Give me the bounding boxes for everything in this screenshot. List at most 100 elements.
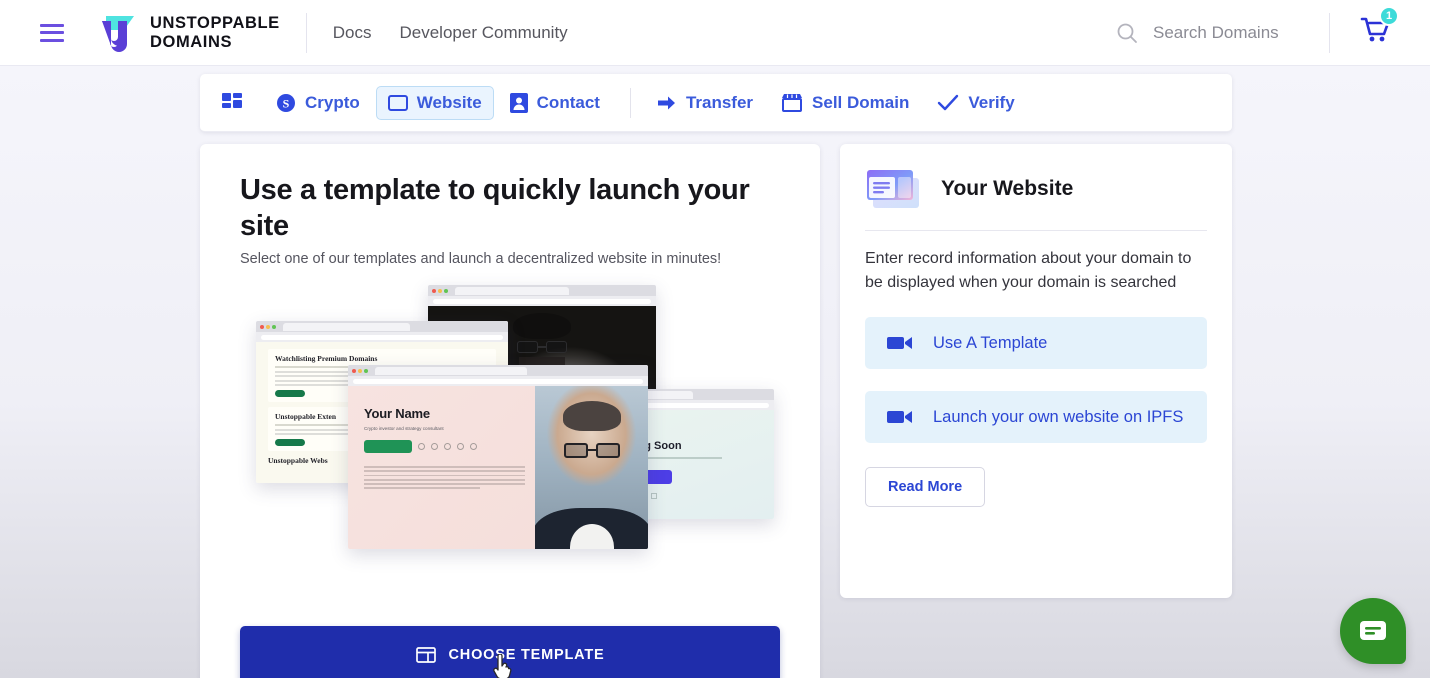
choose-template-label: CHOOSE TEMPLATE [448,647,605,663]
nav-link-developer-community[interactable]: Developer Community [400,23,568,43]
window-url-pill [353,378,643,384]
tab-separator [629,87,631,118]
arrow-right-icon [657,96,675,109]
window-tab [375,366,527,375]
hamburger-line [40,23,64,27]
profile-role: Crypto investor and strategy consultant [364,426,444,431]
page-body: S Crypto Website Contact Transfer Sell D… [0,66,1430,678]
window-tab [283,322,410,331]
grid-dashboard-icon[interactable] [216,86,250,120]
window-urlbar [348,376,648,386]
link-label: Use A Template [933,334,1048,352]
tab-contact[interactable]: Contact [498,86,612,120]
chat-bubble-icon [1360,621,1386,640]
blog-post-title: Watchlisting Premium Domains [275,354,378,363]
window-url-pill [261,334,503,340]
social-icon [418,443,425,450]
preview-window-profile: Your Name Crypto investor and strategy c… [348,365,648,549]
window-dot-minimize [266,324,270,329]
profile-template-body: Your Name Crypto investor and strategy c… [348,386,648,549]
window-dot-close [352,368,356,373]
tab-sell-domain[interactable]: Sell Domain [769,86,921,120]
tab-crypto[interactable]: S Crypto [264,86,372,120]
social-icon [651,493,657,499]
template-preview-collage: Watchlisting Premium Domains Unstoppable… [238,283,778,583]
search-icon [1117,23,1137,43]
window-titlebar [256,321,508,332]
read-more-button[interactable]: Read More [865,467,986,507]
bio-line [364,483,525,485]
header-divider [305,12,307,53]
link-launch-ipfs[interactable]: Launch your own website on IPFS [865,391,1207,443]
hamburger-line [40,31,64,34]
panel-title: Your Website [941,177,1074,200]
panel-header: Your Website [865,166,1207,212]
svg-text:S: S [283,96,290,110]
window-icon [387,94,408,111]
tab-transfer[interactable]: Transfer [645,86,765,120]
cart-badge: 1 [1379,6,1399,26]
window-dot-maximize [444,288,448,293]
window-dot-maximize [364,368,368,373]
profile-glasses [563,443,620,459]
choose-template-button[interactable]: CHOOSE TEMPLATE [240,626,780,678]
page-subtitle: Select one of our templates and launch a… [240,251,722,267]
brand-name-line1: UNSTOPPABLE [150,13,280,32]
window-dot-minimize [358,368,362,373]
social-icon [431,443,438,450]
video-camera-icon [887,337,912,349]
profile-hair [562,400,621,431]
social-icon [470,443,477,450]
crypto-coin-icon: S [277,93,295,112]
search-input[interactable] [1153,22,1303,43]
profile-get-in-touch-button [364,440,412,453]
header-nav: Docs Developer Community [333,23,568,43]
video-camera-icon [887,411,912,423]
glasses-lens-right [595,443,620,459]
profile-bio-paragraph [364,466,525,490]
link-use-a-template[interactable]: Use A Template [865,317,1207,369]
website-layout-icon [867,170,919,208]
portrait-glasses [517,341,567,354]
glasses-lens-left [563,443,588,459]
storefront-icon [782,93,803,112]
window-titlebar [348,365,648,376]
nav-link-docs[interactable]: Docs [333,23,372,43]
bio-line [364,470,525,472]
tab-label: Contact [536,92,600,112]
bio-line [364,474,525,477]
domain-tab-bar: S Crypto Website Contact Transfer Sell D… [200,74,1232,132]
tab-label: Transfer [685,92,754,112]
window-dot-close [432,288,436,293]
profile-cta-row [364,440,525,453]
panel-divider [865,230,1207,231]
glasses-lens-left [517,341,538,354]
brand-logo[interactable]: UNSTOPPABLE DOMAINS [92,10,280,56]
profile-name: Your Name [364,406,430,421]
bio-line [364,487,480,490]
panel-description: Enter record information about your doma… [865,250,1192,291]
hamburger-line [40,38,64,42]
contact-card-icon [509,92,528,113]
cart-button[interactable]: 1 [1360,6,1399,50]
template-layout-icon [415,647,436,663]
header-right-group: 1 [1115,6,1430,53]
unstoppable-u-logo [92,10,138,56]
page-title: Use a template to quickly launch your si… [240,174,750,242]
window-tab [455,286,570,295]
tab-verify[interactable]: Verify [925,86,1026,120]
tab-label: Crypto [305,92,360,112]
glasses-bridge [538,346,546,348]
top-header: UNSTOPPABLE DOMAINS Docs Developer Commu… [0,0,1430,66]
tab-website[interactable]: Website [375,85,494,120]
check-icon [938,94,959,110]
window-url-pill [433,298,651,304]
glasses-bridge [587,449,596,452]
chat-support-button[interactable] [1340,598,1406,664]
profile-text-column: Your Name Crypto investor and strategy c… [348,386,535,549]
search-box[interactable] [1115,21,1303,45]
hamburger-menu-icon[interactable] [40,23,64,42]
bio-line [364,478,525,481]
portrait-hair [513,313,571,340]
glasses-lens-right [546,341,567,354]
